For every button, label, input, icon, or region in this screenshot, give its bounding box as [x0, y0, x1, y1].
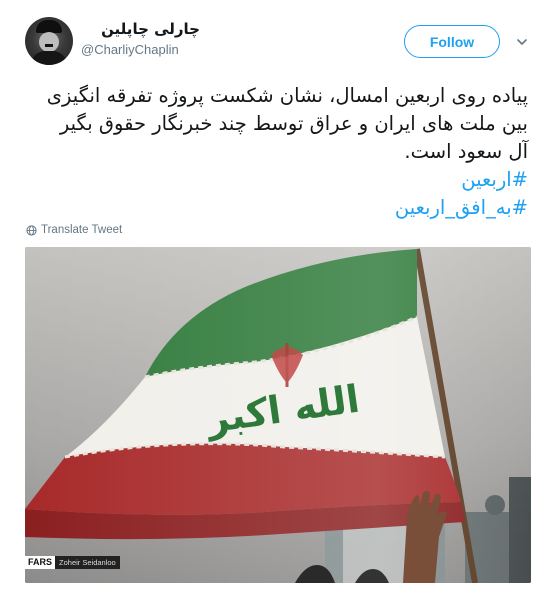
display-name[interactable]: چارلی چاپلین [81, 20, 200, 38]
translate-label: Translate Tweet [41, 224, 123, 236]
hashtag-link[interactable]: #به_افق_اربعین [25, 194, 528, 222]
follow-button[interactable]: Follow [404, 25, 500, 58]
user-handle[interactable]: @CharliyChaplin [81, 42, 179, 57]
photographer-credit: Zoheir Seidanloo [55, 556, 120, 569]
tweet-text-line: بین ملت های ایران و عراق توسط چند خبرنگا… [59, 112, 528, 135]
photo-credit: FARS Zoheir Seidanloo [25, 556, 120, 569]
globe-icon [26, 224, 37, 236]
flag-photo: الله اکبر [25, 247, 531, 583]
avatar-face [39, 32, 59, 52]
tweet-photo[interactable]: الله اکبر [25, 247, 531, 583]
avatar-mustache [45, 44, 53, 47]
tweet-card: چارلی چاپلین @CharliyChaplin Follow پیاد… [0, 0, 551, 593]
chevron-down-icon[interactable] [515, 35, 529, 49]
translate-tweet-link[interactable]: Translate Tweet [26, 224, 122, 236]
agency-logo: FARS [25, 556, 56, 569]
tweet-text-line: آل سعود است. [404, 140, 528, 163]
avatar-coat [31, 51, 67, 65]
avatar[interactable] [25, 17, 73, 65]
tweet-text: پیاده روی اربعین امسال، نشان شکست پروژه … [25, 82, 528, 222]
hashtag-link[interactable]: #اربعین [25, 166, 528, 194]
tweet-text-line: پیاده روی اربعین امسال، نشان شکست پروژه … [46, 84, 528, 107]
